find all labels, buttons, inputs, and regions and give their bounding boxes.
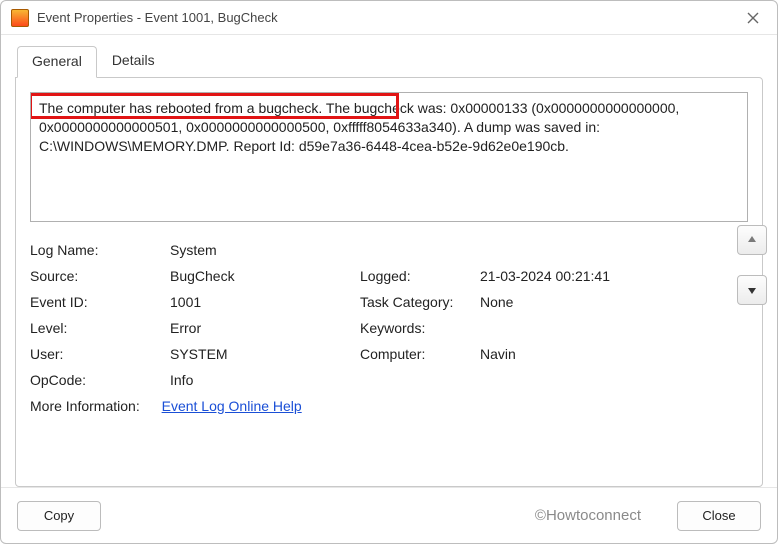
user-value: SYSTEM bbox=[170, 346, 360, 362]
watermark-text: ©Howtoconnect bbox=[535, 507, 641, 524]
copy-button[interactable]: Copy bbox=[17, 501, 101, 531]
log-name-label: Log Name: bbox=[30, 242, 170, 258]
close-button[interactable]: Close bbox=[677, 501, 761, 531]
tab-details[interactable]: Details bbox=[97, 45, 170, 77]
opcode-label: OpCode: bbox=[30, 372, 170, 388]
arrow-up-button[interactable] bbox=[737, 225, 767, 255]
source-value: BugCheck bbox=[170, 268, 360, 284]
nav-arrows bbox=[737, 225, 767, 305]
window-title: Event Properties - Event 1001, BugCheck bbox=[37, 10, 739, 25]
arrow-down-button[interactable] bbox=[737, 275, 767, 305]
event-id-value: 1001 bbox=[170, 294, 360, 310]
level-label: Level: bbox=[30, 320, 170, 336]
tab-strip: General Details bbox=[17, 45, 763, 77]
computer-value: Navin bbox=[480, 346, 748, 362]
logged-label: Logged: bbox=[360, 268, 480, 284]
task-category-label: Task Category: bbox=[360, 294, 480, 310]
task-category-value: None bbox=[480, 294, 748, 310]
more-info-row: More Information: Event Log Online Help bbox=[30, 398, 748, 414]
footer: Copy ©Howtoconnect Close bbox=[1, 487, 777, 543]
keywords-label: Keywords: bbox=[360, 320, 480, 336]
content-area: General Details The computer has reboote… bbox=[1, 35, 777, 487]
event-id-label: Event ID: bbox=[30, 294, 170, 310]
description-box[interactable]: The computer has rebooted from a bugchec… bbox=[30, 92, 748, 222]
source-label: Source: bbox=[30, 268, 170, 284]
app-icon bbox=[11, 9, 29, 27]
event-properties-window: Event Properties - Event 1001, BugCheck … bbox=[0, 0, 778, 544]
more-info-link[interactable]: Event Log Online Help bbox=[162, 398, 302, 414]
log-name-value: System bbox=[170, 242, 748, 258]
user-label: User: bbox=[30, 346, 170, 362]
computer-label: Computer: bbox=[360, 346, 480, 362]
opcode-value: Info bbox=[170, 372, 748, 388]
logged-value: 21-03-2024 00:21:41 bbox=[480, 268, 748, 284]
level-value: Error bbox=[170, 320, 360, 336]
more-info-label: More Information: bbox=[30, 398, 140, 414]
properties-grid: Log Name: System Source: BugCheck Logged… bbox=[30, 242, 748, 388]
tab-panel: The computer has rebooted from a bugchec… bbox=[15, 77, 763, 487]
close-icon[interactable] bbox=[739, 4, 767, 32]
description-text: The computer has rebooted from a bugchec… bbox=[39, 100, 679, 154]
titlebar: Event Properties - Event 1001, BugCheck bbox=[1, 1, 777, 35]
tab-general[interactable]: General bbox=[17, 46, 97, 78]
